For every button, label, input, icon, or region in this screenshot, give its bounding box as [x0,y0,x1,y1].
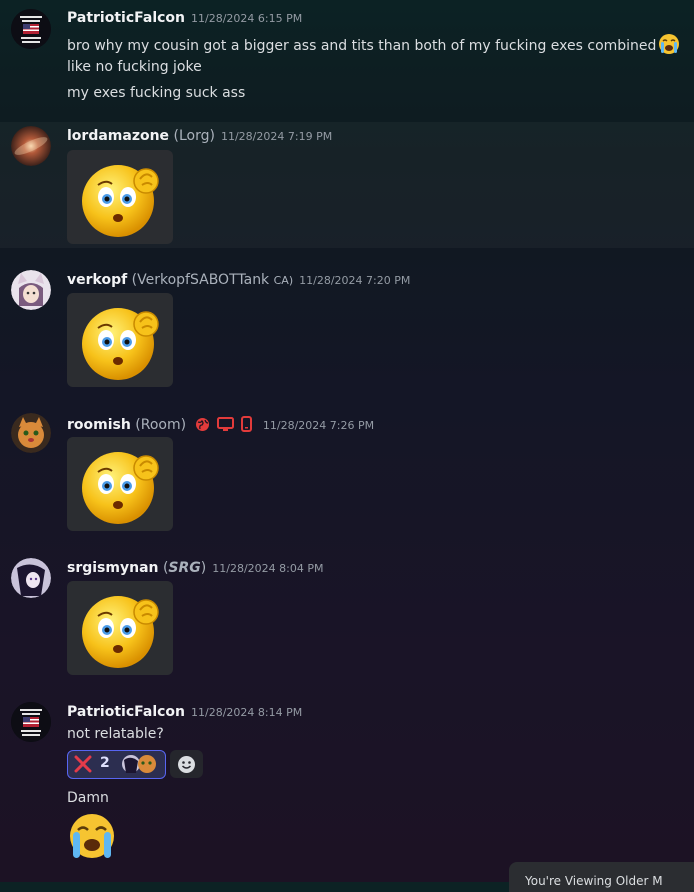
message-group-1: PatrioticFalcon 11/28/2024 6:15 PM bro wh… [0,0,694,122]
username[interactable]: srgismynan [67,560,159,576]
add-reaction-button[interactable] [170,750,203,778]
loudly-crying-emoji-icon[interactable] [658,33,680,59]
avatar[interactable] [11,558,51,598]
globe-icon [195,417,210,436]
message-group-5: srgismynan (SRG) 11/28/2024 8:04 PM [0,548,694,680]
timestamp[interactable]: 11/28/2024 8:14 PM [191,706,302,719]
username[interactable]: roomish [67,417,131,433]
user-alias: (Lorg) [173,128,215,144]
message-header: roomish (Room) 11/28/2024 7:26 PM [67,416,374,436]
message-header: srgismynan (SRG) 11/28/2024 8:04 PM [67,560,323,576]
message-text: my exes fucking suck ass [67,85,246,101]
message-header: PatrioticFalcon 11/28/2024 6:15 PM [67,10,302,26]
avatar[interactable] [11,9,51,49]
confused-thinking-emoji-sticker[interactable] [67,581,173,675]
user-alias: (VerkopfSABOTTank CA) [131,272,294,288]
reactor-avatars [121,754,159,778]
avatar[interactable] [11,702,51,742]
confused-thinking-emoji-sticker[interactable] [67,293,173,387]
message-group-3: verkopf (VerkopfSABOTTank CA) 11/28/2024 … [0,260,694,390]
smile-icon [177,755,196,778]
message-group-4: roomish (Room) 11/28/2024 7:26 PM [0,404,694,536]
timestamp[interactable]: 11/28/2024 8:04 PM [212,562,323,575]
username[interactable]: PatrioticFalcon [67,10,185,26]
user-alias: (SRG) [162,560,207,576]
avatar[interactable] [11,270,51,310]
reaction-pill[interactable]: 2 [67,750,166,779]
confused-face-icon [82,165,159,237]
username[interactable]: verkopf [67,272,127,288]
confused-thinking-emoji-sticker[interactable] [67,150,173,244]
username[interactable]: PatrioticFalcon [67,704,185,720]
timestamp[interactable]: 11/28/2024 6:15 PM [191,12,302,25]
reaction-count: 2 [100,755,110,771]
cross-mark-icon [74,755,92,777]
mobile-icon [241,416,253,436]
message-header: PatrioticFalcon 11/28/2024 8:14 PM [67,704,302,720]
timestamp[interactable]: 11/28/2024 7:26 PM [263,419,374,432]
avatar[interactable] [11,413,51,453]
timestamp[interactable]: 11/28/2024 7:19 PM [221,130,332,143]
message-group-6: PatrioticFalcon 11/28/2024 8:14 PM not re… [0,692,694,882]
confused-face-icon [82,596,159,668]
loudly-crying-emoji-icon[interactable] [67,812,117,866]
username[interactable]: lordamazone [67,128,169,144]
confused-face-icon [82,308,159,380]
message-group-2: lordamazone (Lorg) 11/28/2024 7:19 PM [0,122,694,248]
confused-face-icon [82,452,159,524]
message-text: like no fucking joke [67,59,202,75]
message-text: bro why my cousin got a bigger ass and t… [67,33,680,59]
timestamp[interactable]: 11/28/2024 7:20 PM [299,274,410,287]
user-alias: (Room) [135,417,187,433]
desktop-icon [216,417,234,436]
avatar[interactable] [11,126,51,166]
confused-thinking-emoji-sticker[interactable] [67,437,173,531]
viewing-older-messages-banner[interactable]: You're Viewing Older M [509,862,694,892]
message-text: Damn [67,790,109,806]
message-header: verkopf (VerkopfSABOTTank CA) 11/28/2024 … [67,272,410,288]
message-text: not relatable? [67,726,164,742]
message-header: lordamazone (Lorg) 11/28/2024 7:19 PM [67,128,332,144]
